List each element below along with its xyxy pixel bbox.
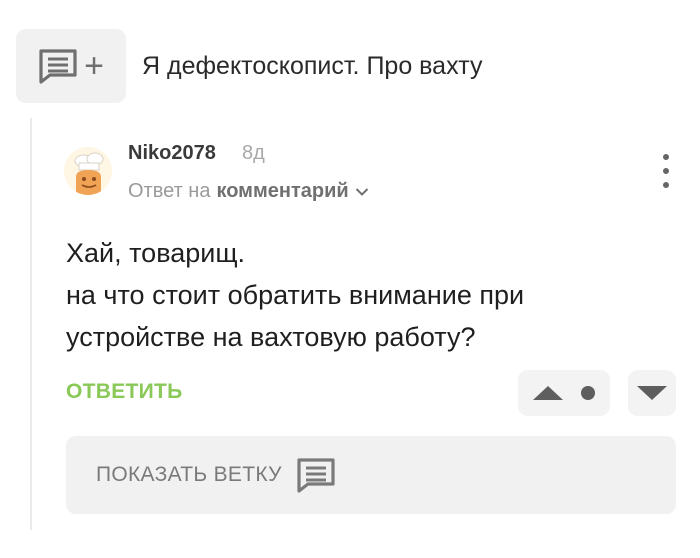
- rating-dot-icon[interactable]: [581, 386, 595, 400]
- post-title[interactable]: Я дефектоскопист. Про вахту: [142, 52, 483, 81]
- comment-line: Хай, товарищ.: [66, 238, 246, 268]
- more-options-icon[interactable]: [658, 154, 674, 188]
- thread-line[interactable]: [30, 118, 32, 530]
- downvote-icon: [637, 386, 667, 400]
- comment-add-icon: [39, 49, 77, 84]
- chevron-down-icon: [355, 187, 368, 196]
- reply-to-target: комментарий: [216, 180, 349, 202]
- vote-box: [518, 370, 610, 416]
- more-options-dot: [663, 182, 669, 188]
- comment-text: Хай, товарищ. на что стоит обратить вним…: [66, 232, 666, 358]
- comment-icon: [296, 457, 336, 493]
- downvote-button[interactable]: [628, 370, 676, 416]
- comment-username[interactable]: Niko2078: [128, 142, 216, 165]
- comment-time: 8д: [242, 142, 265, 164]
- post-header: + Я дефектоскопист. Про вахту: [16, 28, 483, 104]
- add-comment-button[interactable]: +: [16, 29, 126, 103]
- more-options-dot: [663, 154, 669, 160]
- avatar-image: [74, 152, 104, 195]
- show-thread-label: ПОКАЗАТЬ ВЕТКУ: [96, 463, 282, 486]
- plus-icon: +: [84, 47, 104, 85]
- avatar[interactable]: [64, 147, 112, 195]
- reply-to-prefix: Ответ на: [128, 180, 211, 202]
- more-options-dot: [663, 168, 669, 174]
- upvote-icon[interactable]: [533, 386, 563, 400]
- comment-line: устройстве на вахтовую работу?: [66, 322, 476, 352]
- comment-line: на что стоит обратить внимание при: [66, 280, 525, 310]
- show-thread-button[interactable]: ПОКАЗАТЬ ВЕТКУ: [66, 436, 676, 514]
- reply-button[interactable]: ОТВЕТИТЬ: [66, 380, 183, 404]
- reply-to-link[interactable]: Ответ на комментарий: [128, 180, 369, 203]
